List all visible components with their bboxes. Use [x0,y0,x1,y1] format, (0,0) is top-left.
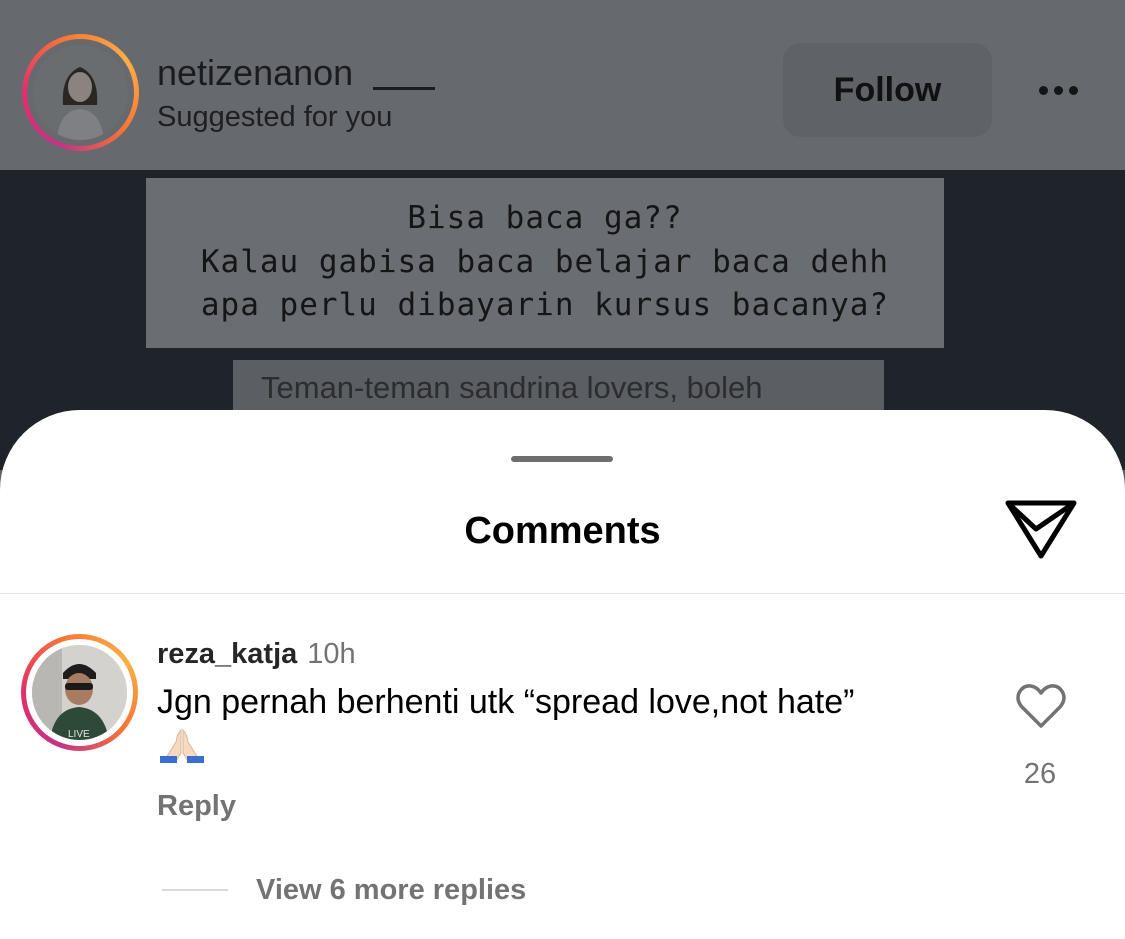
post-author-avatar[interactable] [22,34,139,151]
commenter-avatar[interactable]: LIVE [21,634,138,751]
sheet-title: Comments [464,510,661,552]
caption-line: Bisa baca ga?? [407,200,683,236]
like-count: 26 [1023,758,1057,790]
comments-sheet: Comments LIVE reza_katja 10h Jgn pernah … [0,410,1125,939]
sheet-drag-handle[interactable] [511,456,613,462]
caption-line: apa perlu dibayarin kursus bacanya? [200,287,890,323]
post-header: netizenanon Suggested for you Follow [0,0,1125,170]
folded-hands-emoji [158,728,206,769]
post-username[interactable]: netizenanon [157,52,353,94]
svg-text:LIVE: LIVE [68,729,90,740]
send-icon[interactable] [1004,495,1078,561]
heart-icon[interactable] [1015,682,1067,730]
view-more-replies-button[interactable]: View 6 more replies [256,874,526,907]
post-caption-box: Bisa baca ga?? Kalau gabisa baca belajar… [146,178,944,348]
commenter-username[interactable]: reza_katja [157,638,297,670]
replies-connector-line [162,889,228,891]
comment-item: LIVE reza_katja 10h Jgn pernah berhenti u… [0,594,1125,939]
comment-time: 10h [307,638,356,670]
username-underline [373,87,435,90]
reply-button[interactable]: Reply [157,790,236,823]
comment-text: Jgn pernah berhenti utk “spread love,not… [157,683,855,721]
comment-header: reza_katja 10h [157,638,356,671]
suggested-label: Suggested for you [157,101,393,133]
caption-line: Kalau gabisa baca belajar baca dehh [200,244,890,280]
more-options-icon[interactable] [1026,70,1090,110]
post-overlay-text: Teman-teman sandrina lovers, boleh [261,370,763,405]
follow-button[interactable]: Follow [783,43,992,137]
